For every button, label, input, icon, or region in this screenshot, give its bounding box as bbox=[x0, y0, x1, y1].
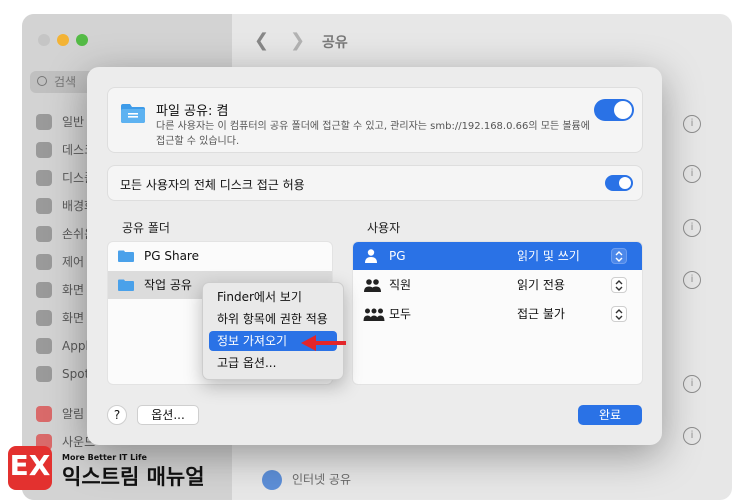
menu-item-advanced-options[interactable]: 고급 옵션... bbox=[209, 353, 337, 373]
logo-letter: EX bbox=[9, 449, 51, 482]
sun-icon bbox=[36, 170, 52, 186]
folder-row-pg-share[interactable]: PG Share bbox=[108, 242, 332, 270]
user-name: 모두 bbox=[389, 307, 412, 321]
user-permission: 접근 불가 bbox=[517, 307, 565, 321]
menu-item-apply-permissions[interactable]: 하위 항목에 권한 적용 bbox=[209, 309, 337, 329]
info-icon[interactable]: i bbox=[683, 271, 701, 289]
toggle-knob bbox=[614, 101, 632, 119]
full-disk-access-label: 모든 사용자의 전체 디스크 접근 허용 bbox=[120, 178, 305, 192]
info-icon[interactable]: i bbox=[683, 375, 701, 393]
info-icon[interactable]: i bbox=[683, 219, 701, 237]
file-sharing-description: 다른 사용자는 이 컴퓨터의 공유 폴더에 접근할 수 있고, 관리자는 smb… bbox=[156, 121, 590, 147]
brand-logo: EX bbox=[8, 446, 52, 490]
search-icon bbox=[37, 76, 47, 86]
file-sharing-title: 파일 공유: 켬 bbox=[156, 104, 229, 119]
options-button[interactable]: 옵션... bbox=[137, 405, 199, 425]
user-row-staff[interactable]: 직원 읽기 전용 bbox=[353, 271, 642, 299]
bell-icon bbox=[36, 406, 52, 422]
menu-item-show-in-finder[interactable]: Finder에서 보기 bbox=[209, 287, 337, 307]
full-disk-access-toggle[interactable] bbox=[605, 175, 633, 191]
zoom-window-button[interactable] bbox=[76, 34, 88, 46]
up-down-chevron-icon bbox=[615, 280, 623, 291]
toggle-knob bbox=[619, 177, 631, 189]
page-title: 공유 bbox=[322, 35, 348, 51]
screen-saver-icon bbox=[36, 282, 52, 298]
flower-icon bbox=[36, 198, 52, 214]
up-down-chevron-icon bbox=[615, 251, 623, 262]
apple-icon bbox=[36, 338, 52, 354]
folder-name: PG Share bbox=[144, 249, 199, 263]
search-placeholder: 검색 bbox=[54, 75, 77, 89]
spotlight-icon bbox=[36, 366, 52, 382]
internet-sharing-row[interactable]: 인터넷 공유 bbox=[262, 470, 351, 490]
shared-folder-icon bbox=[121, 104, 145, 123]
permission-stepper[interactable] bbox=[611, 277, 627, 293]
help-button[interactable]: ? bbox=[107, 405, 127, 425]
folder-name: 작업 공유 bbox=[144, 278, 192, 292]
toolbar: ❮ ❯ 공유 bbox=[232, 14, 732, 68]
forward-chevron-icon[interactable]: ❯ bbox=[290, 30, 305, 51]
permission-stepper[interactable] bbox=[611, 306, 627, 322]
info-icon[interactable]: i bbox=[683, 165, 701, 183]
permission-stepper[interactable] bbox=[611, 248, 627, 264]
users-header: 사용자 bbox=[367, 221, 401, 235]
desktop-icon bbox=[36, 142, 52, 158]
user-permission: 읽기 및 쓰기 bbox=[517, 249, 580, 263]
user-permission: 읽기 전용 bbox=[517, 278, 565, 292]
file-sharing-toggle[interactable] bbox=[594, 99, 634, 121]
users-list: PG 읽기 및 쓰기 직원 읽기 전용 모두 접근 불가 bbox=[352, 241, 643, 385]
screen-time-icon bbox=[36, 310, 52, 326]
back-chevron-icon[interactable]: ❮ bbox=[254, 30, 269, 51]
user-name: PG bbox=[389, 249, 406, 263]
user-row-pg[interactable]: PG 읽기 및 쓰기 bbox=[353, 242, 642, 270]
user-row-everyone[interactable]: 모두 접근 불가 bbox=[353, 300, 642, 328]
file-sharing-dialog: 파일 공유: 켬 다른 사용자는 이 컴퓨터의 공유 폴더에 접근할 수 있고,… bbox=[87, 67, 662, 445]
info-icon[interactable]: i bbox=[683, 427, 701, 445]
full-disk-access-card: 모든 사용자의 전체 디스크 접근 허용 bbox=[107, 165, 643, 201]
control-center-icon bbox=[36, 254, 52, 270]
folder-icon bbox=[118, 279, 134, 291]
up-down-chevron-icon bbox=[615, 309, 623, 320]
done-button[interactable]: 완료 bbox=[578, 405, 642, 425]
annotation-arrow-icon bbox=[301, 335, 346, 351]
accessibility-icon bbox=[36, 226, 52, 242]
gear-icon bbox=[36, 114, 52, 130]
globe-icon bbox=[262, 470, 282, 490]
file-sharing-card: 파일 공유: 켬 다른 사용자는 이 컴퓨터의 공유 폴더에 접근할 수 있고,… bbox=[107, 87, 643, 153]
shared-folders-header: 공유 폴더 bbox=[122, 221, 170, 235]
context-menu: Finder에서 보기 하위 항목에 권한 적용 정보 가져오기 고급 옵션..… bbox=[202, 282, 344, 380]
close-window-button[interactable] bbox=[38, 34, 50, 46]
folder-icon bbox=[118, 250, 134, 262]
minimize-window-button[interactable] bbox=[57, 34, 69, 46]
brand-name: 익스트림 매뉴얼 bbox=[62, 465, 205, 489]
info-icon[interactable]: i bbox=[683, 115, 701, 133]
user-name: 직원 bbox=[389, 278, 412, 292]
